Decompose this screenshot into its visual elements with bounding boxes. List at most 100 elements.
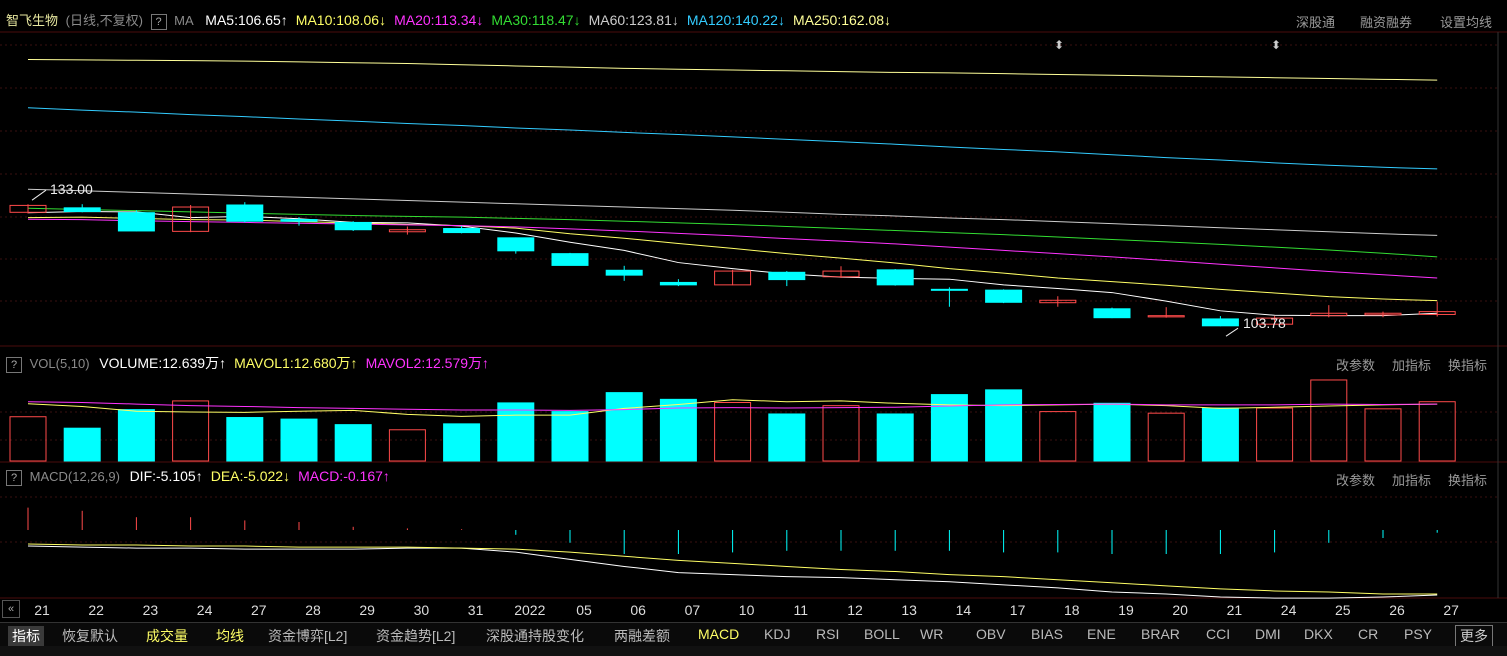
volume-bar [388,429,426,462]
tab-21[interactable]: PSY [1404,626,1432,642]
tab-5[interactable]: 资金趋势[L2] [376,626,455,646]
candle-body [876,269,914,286]
x-tick-label: 11 [793,602,809,618]
volume-bar [63,427,101,462]
volume-bar [985,389,1023,462]
tab-7[interactable]: 两融差额 [614,626,670,646]
tab-0[interactable]: 指标 [8,626,44,646]
candle-body [1201,318,1239,327]
candle-body [443,228,481,234]
volume-bar [497,402,535,462]
candle-body [659,281,697,286]
x-tick-label: 05 [576,602,592,618]
x-tick-label: 30 [413,602,430,618]
x-tick-label: 07 [684,602,701,618]
volume-bar [1147,412,1185,462]
candle-body [930,288,968,291]
x-tick-label: 27 [1443,602,1459,618]
tab-3[interactable]: 均线 [216,626,244,646]
volume-bar [1093,402,1131,462]
x-tick-label: 22 [88,602,104,618]
candle-body [280,219,318,222]
tab-14[interactable]: BIAS [1031,626,1063,642]
ma-line-ma5 [27,210,1438,317]
x-tick-label: 12 [847,602,863,618]
volume-bar [822,405,860,462]
tab-9[interactable]: KDJ [764,626,790,642]
event-marker-icon: ⬍ [1271,38,1281,52]
tab-2[interactable]: 成交量 [146,626,188,646]
indicator-tab-bar: 指标 恢复默认 成交量 均线 资金博弈[L2] 资金趋势[L2] 深股通持股变化 两融差额 MA… [0,622,1507,647]
tab-12[interactable]: WR [920,626,943,642]
tab-15[interactable]: ENE [1087,626,1116,642]
candle-body [985,289,1023,303]
high-price-pointer [31,189,47,201]
candle-body [768,271,806,281]
x-tick-label: 23 [142,602,159,618]
volume-bar [280,418,318,462]
tab-13[interactable]: OBV [976,626,1006,642]
candle-body [551,253,589,266]
x-tick-label: 29 [359,602,375,618]
x-tick-label: 17 [1009,602,1026,618]
volume-bar [1310,379,1348,462]
ma-line-ma250 [27,58,1438,81]
x-tick-label: 14 [955,602,972,618]
tab-17[interactable]: CCI [1206,626,1230,642]
volume-bar [768,413,806,462]
low-price-pointer [1225,327,1239,337]
candle-body [63,207,101,212]
volume-bar [226,417,264,462]
ma-line-ma120 [27,107,1438,170]
tab-16[interactable]: BRAR [1141,626,1180,642]
volume-bar [117,409,155,462]
x-tick-label: 2022 [514,602,546,618]
x-tick-label: 21 [34,602,50,618]
volume-bar [9,416,47,462]
x-tick-label: 25 [1335,602,1351,618]
scroll-left-button[interactable]: « [2,600,20,618]
more-button[interactable]: 更多 [1455,625,1493,647]
x-tick-label: 10 [738,602,755,618]
tab-10[interactable]: RSI [816,626,839,642]
x-tick-label: 06 [630,602,646,618]
tab-1[interactable]: 恢复默认 [62,626,118,646]
tab-11[interactable]: BOLL [864,626,900,642]
volume-bar [551,411,589,462]
x-tick-label: 13 [901,602,917,618]
candle-body [117,212,155,232]
volume-bar [1039,411,1077,462]
candle-body [497,237,535,252]
x-tick-label: 18 [1064,602,1080,618]
bottom-strip [0,646,1507,656]
stock-chart[interactable]: 133.00 103.78 ⬍ ⬍ [0,0,1507,600]
candle-body [334,221,372,231]
x-tick-label: 27 [251,602,267,618]
volume-bar [876,413,914,462]
tab-8[interactable]: MACD [698,626,739,642]
low-price-label: 103.78 [1243,315,1286,331]
volume-bar [714,402,752,462]
x-tick-label: 24 [196,602,213,618]
tab-20[interactable]: CR [1358,626,1378,642]
tab-18[interactable]: DMI [1255,626,1281,642]
tab-19[interactable]: DKX [1304,626,1333,642]
x-tick-label: 19 [1118,602,1134,618]
volume-bar [334,424,372,462]
volume-bar [1364,408,1402,462]
candle-body [1093,308,1131,319]
volume-bar [1201,407,1239,462]
x-tick-label: 31 [467,602,484,618]
volume-bar [1418,401,1456,462]
tab-4[interactable]: 资金博弈[L2] [268,626,347,646]
volume-bar [172,400,210,462]
x-axis-dates: 21 22 23 24 27 28 29 30 31 2022 05 06 07 10 11 12 13 14 17… [0,602,1507,622]
x-tick-label: 24 [1280,602,1297,618]
tab-6[interactable]: 深股通持股变化 [486,626,584,646]
x-tick-label: 26 [1389,602,1405,618]
candle-body [605,269,643,276]
x-tick-label: 28 [305,602,321,618]
high-price-label: 133.00 [50,181,93,197]
event-marker-icon: ⬍ [1054,38,1064,52]
volume-bar [1256,407,1294,462]
